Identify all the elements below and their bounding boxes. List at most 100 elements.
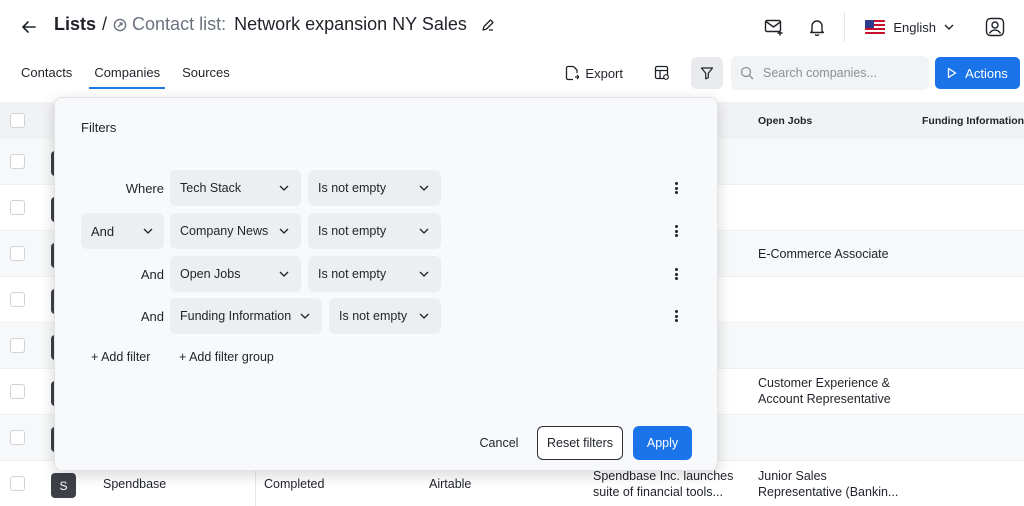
filter-conjunction-label: And <box>140 308 164 324</box>
filter-field-select[interactable]: Funding Information <box>170 298 322 334</box>
chevron-down-icon <box>300 313 310 319</box>
tab-contacts[interactable]: Contacts <box>0 60 83 90</box>
filter-field-value: Funding Information <box>180 309 292 323</box>
actions-button[interactable]: Actions <box>935 57 1020 89</box>
filter-conjunction-select[interactable]: And <box>81 213 164 249</box>
user-avatar-icon[interactable] <box>980 12 1010 42</box>
row-checkbox[interactable] <box>10 246 25 261</box>
breadcrumb-root[interactable]: Lists <box>54 14 96 35</box>
apply-button[interactable]: Apply <box>633 426 692 460</box>
reset-filters-button[interactable]: Reset filters <box>537 426 623 460</box>
tab-sources[interactable]: Sources <box>171 60 241 90</box>
filter-operator-select[interactable]: Is not empty <box>308 170 441 206</box>
company-news-cell-line2: suite of financial tools... <box>593 485 723 499</box>
filters-popover: Filters Where Tech Stack Is not empty An… <box>54 97 718 471</box>
filter-button[interactable] <box>691 57 723 89</box>
filter-row-menu-icon[interactable] <box>671 265 681 283</box>
chevron-down-icon <box>419 271 429 277</box>
top-bar: Lists / Contact list: Network expansion … <box>0 0 1024 54</box>
filter-row-menu-icon[interactable] <box>671 179 681 197</box>
row-checkbox[interactable] <box>10 292 25 307</box>
select-all-checkbox[interactable] <box>10 113 25 128</box>
chevron-down-icon <box>279 271 289 277</box>
filter-row: And Company News Is not empty <box>81 213 696 249</box>
list-type-icon <box>113 18 127 31</box>
row-checkbox[interactable] <box>10 154 25 169</box>
filters-title: Filters <box>81 120 117 135</box>
export-label: Export <box>585 65 623 81</box>
open-jobs-cell-line2: Representative (Bankin... <box>758 485 899 499</box>
chevron-down-icon <box>419 313 429 319</box>
chevron-down-icon <box>944 24 954 30</box>
row-checkbox[interactable] <box>10 384 25 399</box>
filter-row: Where Tech Stack Is not empty <box>81 170 696 206</box>
tab-companies[interactable]: Companies <box>83 60 171 90</box>
breadcrumb-separator: / <box>102 14 108 34</box>
actions-label: Actions <box>965 65 1008 81</box>
filter-row: And Open Jobs Is not empty <box>81 256 696 292</box>
chevron-down-icon <box>419 185 429 191</box>
filter-operator-select[interactable]: Is not empty <box>329 298 441 334</box>
add-filter-link[interactable]: + Add filter <box>91 350 150 364</box>
search-input[interactable] <box>763 66 923 80</box>
filter-field-select[interactable]: Company News <box>170 213 301 249</box>
status-cell: Completed <box>264 477 325 491</box>
chevron-down-icon <box>419 228 429 234</box>
language-label: English <box>893 19 936 35</box>
breadcrumb: Lists / Contact list: Network expansion … <box>54 14 495 35</box>
column-header-funding-information[interactable]: Funding Information <box>922 115 1024 127</box>
back-arrow-icon[interactable] <box>18 16 40 38</box>
search-box[interactable] <box>731 56 929 90</box>
open-jobs-cell-line1: Customer Experience & <box>758 376 891 390</box>
filter-conjunction-value: And <box>91 223 115 239</box>
filter-operator-value: Is not empty <box>318 267 387 281</box>
open-jobs-cell-line1: Junior Sales <box>758 469 827 483</box>
filter-field-select[interactable]: Open Jobs <box>170 256 301 292</box>
play-icon <box>948 67 957 79</box>
row-checkbox[interactable] <box>10 430 25 445</box>
toolbar: Export Actions <box>565 56 1024 90</box>
divider <box>844 12 846 42</box>
list-type-label: Contact list: <box>132 14 227 34</box>
filter-operator-value: Is not empty <box>318 181 387 195</box>
filter-row-menu-icon[interactable] <box>671 222 681 240</box>
chevron-down-icon <box>279 228 289 234</box>
table-settings-icon[interactable] <box>647 58 677 88</box>
cancel-button[interactable]: Cancel <box>469 426 529 460</box>
open-jobs-cell-line2: Account Representative <box>758 392 891 406</box>
company-avatar: S <box>51 473 76 498</box>
language-selector[interactable]: English <box>865 20 954 35</box>
filter-funnel-icon <box>700 67 714 80</box>
mail-add-icon[interactable] <box>759 12 789 42</box>
column-header-open-jobs[interactable]: Open Jobs <box>758 115 812 127</box>
add-filter-group-link[interactable]: + Add filter group <box>179 350 274 364</box>
tab-bar: Contacts Companies Sources <box>0 60 241 90</box>
filter-field-value: Tech Stack <box>180 181 242 195</box>
filter-field-value: Open Jobs <box>180 267 241 281</box>
filter-operator-select[interactable]: Is not empty <box>308 256 441 292</box>
filter-row-menu-icon[interactable] <box>671 307 681 325</box>
company-name-cell[interactable]: Spendbase <box>103 476 166 492</box>
top-right-controls: English <box>759 12 1024 42</box>
edit-pencil-icon[interactable] <box>481 18 495 32</box>
filter-operator-value: Is not empty <box>318 224 387 238</box>
filter-operator-select[interactable]: Is not empty <box>308 213 441 249</box>
open-jobs-cell: E-Commerce Associate <box>758 247 889 261</box>
us-flag-icon <box>865 20 886 34</box>
row-checkbox[interactable] <box>10 338 25 353</box>
export-file-icon <box>566 65 580 81</box>
search-icon <box>740 66 754 80</box>
export-button[interactable]: Export <box>565 65 623 81</box>
filter-operator-value: Is not empty <box>339 309 408 323</box>
row-checkbox[interactable] <box>10 200 25 215</box>
row-checkbox[interactable] <box>10 476 25 491</box>
filter-field-value: Company News <box>180 224 269 238</box>
bell-icon[interactable] <box>802 12 832 42</box>
filter-conjunction-label: And <box>140 266 164 282</box>
filter-conjunction-label: Where <box>125 180 164 196</box>
filter-field-select[interactable]: Tech Stack <box>170 170 301 206</box>
page-title: Network expansion NY Sales <box>234 14 467 34</box>
chevron-down-icon <box>143 228 153 234</box>
tech-stack-cell: Airtable <box>429 477 472 491</box>
list-type: Contact list: <box>113 14 226 35</box>
